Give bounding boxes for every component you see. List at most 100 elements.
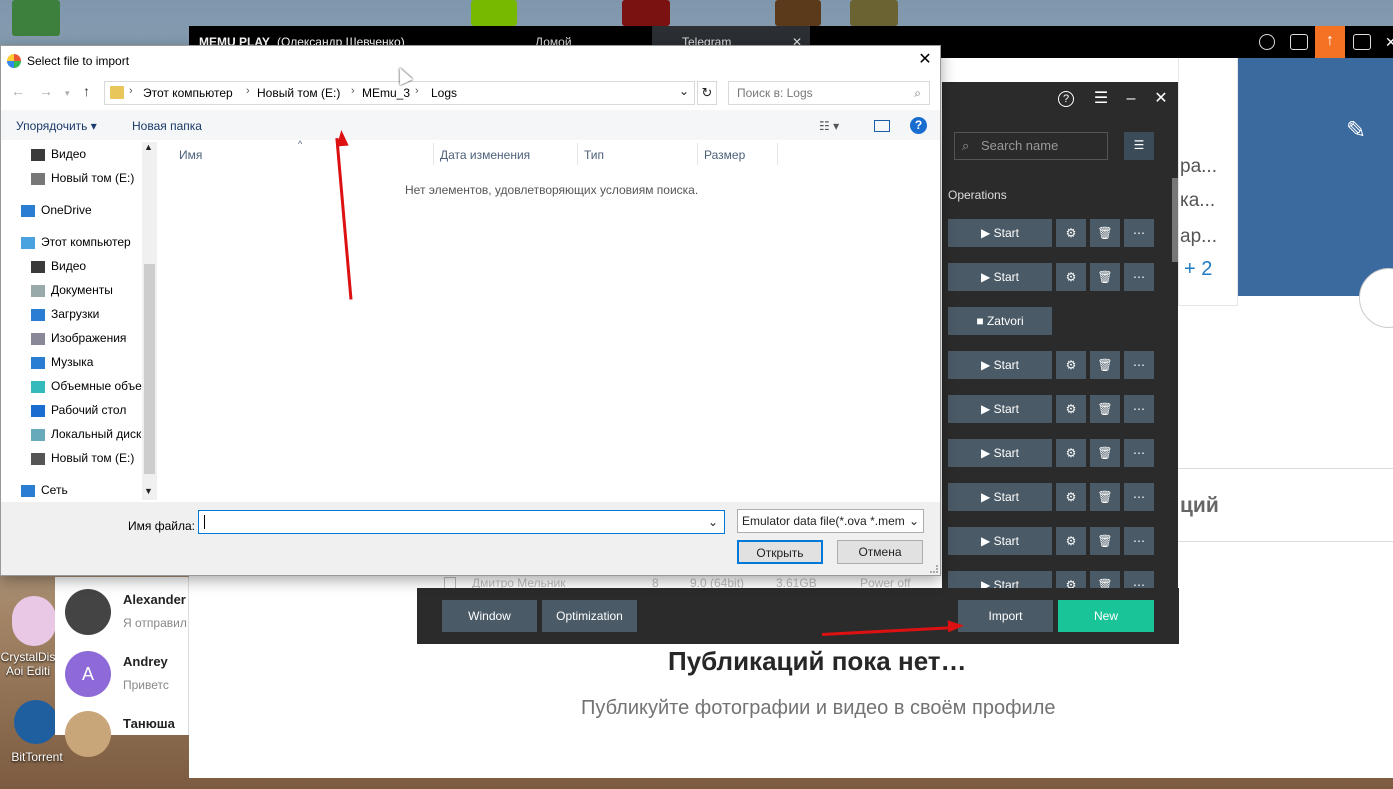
more-options-icon[interactable]: ⋯ [1124, 527, 1154, 555]
nav-this-pc[interactable]: Этот компьютер [21, 231, 131, 253]
nav-volume-e[interactable]: Новый том (E:) [31, 167, 134, 189]
more-options-icon[interactable]: ⋯ [1124, 483, 1154, 511]
delete-trash-icon[interactable]: 🗑 [1090, 263, 1120, 291]
filetype-select[interactable]: Emulator data file(*.ova *.mem ⌄ [737, 509, 924, 533]
snippet-more[interactable]: + 2 [1184, 258, 1212, 281]
start-button[interactable]: ▶ Start [948, 351, 1052, 379]
nav-network[interactable]: Сеть [21, 479, 68, 501]
nav-local-disk[interactable]: Локальный диск [31, 423, 141, 445]
nav-3d-objects[interactable]: Объемные объе [31, 375, 142, 397]
nav-documents[interactable]: Документы [31, 279, 113, 301]
recent-chevron-icon[interactable]: ▾ [65, 88, 70, 99]
breadcrumb-volume-e[interactable]: Новый том (E:) [257, 86, 340, 100]
dialog-search-input[interactable]: Поиск в: Logs ⌕ [728, 81, 930, 105]
resize-grip[interactable] [930, 565, 938, 573]
up-arrow-icon[interactable]: ↑ [83, 83, 90, 99]
back-arrow-icon[interactable]: ← [11, 83, 25, 99]
stop-button[interactable]: ■ Zatvori [948, 307, 1052, 335]
close-icon[interactable]: ✕ [1150, 88, 1172, 110]
forward-arrow-icon[interactable]: → [39, 83, 53, 99]
bittorrent-icon[interactable] [14, 700, 58, 744]
game-icon-gold[interactable] [850, 0, 898, 26]
memu-scrollbar[interactable] [1172, 178, 1178, 262]
window-button[interactable]: Window [442, 600, 537, 632]
preview-pane-icon[interactable] [874, 120, 890, 132]
app-icon-top-left[interactable] [12, 0, 60, 36]
optimization-button[interactable]: Optimization [542, 600, 637, 632]
memu-search-input[interactable]: ⌕ Search name [954, 132, 1108, 160]
settings-gear-icon[interactable]: ⚙ [1056, 483, 1086, 511]
nav-scrollbar[interactable]: ▲ ▼ [142, 142, 157, 500]
game-icon-red[interactable] [622, 0, 670, 26]
nav-volume-e-2[interactable]: Новый том (E:) [31, 447, 134, 469]
chat-name[interactable]: Alexander [123, 592, 186, 607]
close-window-icon[interactable]: ✕ [1385, 34, 1393, 51]
filename-input[interactable]: ⌄ [198, 510, 725, 534]
help-icon[interactable]: ? [1058, 91, 1074, 107]
nvidia-icon[interactable] [471, 0, 517, 26]
start-button[interactable]: ▶ Start [948, 439, 1052, 467]
breadcrumb-logs[interactable]: Logs [431, 86, 457, 100]
open-button[interactable]: Открыть [737, 540, 823, 564]
new-folder-button[interactable]: Новая папка [132, 119, 202, 133]
delete-trash-icon[interactable]: 🗑 [1090, 527, 1120, 555]
edit-icon[interactable]: ✎ [1346, 116, 1366, 145]
settings-gear-icon[interactable]: ⚙ [1056, 351, 1086, 379]
delete-trash-icon[interactable]: 🗑 [1090, 219, 1120, 247]
avatar[interactable] [65, 589, 111, 635]
chevron-down-icon[interactable]: ⌄ [708, 511, 718, 533]
chat-name[interactable]: Танюша [123, 716, 175, 731]
delete-trash-icon[interactable]: 🗑 [1090, 439, 1120, 467]
column-name[interactable]: Имя [179, 148, 202, 162]
start-button[interactable]: ▶ Start [948, 219, 1052, 247]
nav-pc-videos[interactable]: Видео [31, 255, 86, 277]
nav-scroll-up-icon[interactable]: ▲ [144, 142, 153, 152]
upload-icon[interactable]: ↑ [1315, 26, 1345, 58]
column-date[interactable]: Дата изменения [440, 148, 530, 162]
nav-pictures[interactable]: Изображения [31, 327, 126, 349]
delete-trash-icon[interactable]: 🗑 [1090, 351, 1120, 379]
settings-gear-icon[interactable]: ⚙ [1056, 219, 1086, 247]
start-button[interactable]: ▶ Start [948, 263, 1052, 291]
start-button[interactable]: ▶ Start [948, 527, 1052, 555]
start-button[interactable]: ▶ Start [948, 395, 1052, 423]
settings-gear-icon[interactable]: ⚙ [1056, 263, 1086, 291]
more-options-icon[interactable]: ⋯ [1124, 219, 1154, 247]
chat-name[interactable]: Andrey [123, 654, 168, 669]
mail-icon[interactable] [1290, 34, 1308, 50]
breadcrumb-this-pc[interactable]: Этот компьютер [143, 86, 233, 100]
settings-gear-icon[interactable]: ⚙ [1056, 395, 1086, 423]
avatar[interactable] [65, 711, 111, 757]
crystaldisk-icon[interactable] [12, 596, 56, 646]
refresh-icon[interactable]: ↻ [697, 81, 717, 105]
nav-music[interactable]: Музыка [31, 351, 93, 373]
import-button[interactable]: Import [958, 600, 1053, 632]
poe-icon[interactable] [775, 0, 821, 26]
new-button[interactable]: New [1058, 600, 1154, 632]
nav-scroll-down-icon[interactable]: ▼ [144, 486, 153, 496]
column-type[interactable]: Тип [584, 148, 604, 162]
minimize-icon[interactable]: – [1120, 88, 1142, 110]
account-icon[interactable] [1259, 34, 1275, 50]
nav-scroll-thumb[interactable] [144, 264, 155, 474]
chevron-down-icon[interactable]: ⌄ [906, 510, 919, 532]
column-size[interactable]: Размер [704, 148, 745, 162]
menu-icon[interactable]: ☰ [1090, 88, 1112, 110]
view-options-icon[interactable]: ☷ ▾ [819, 119, 839, 133]
nav-videos[interactable]: Видео [31, 143, 86, 165]
cancel-button[interactable]: Отмена [837, 540, 923, 564]
settings-gear-icon[interactable]: ⚙ [1056, 439, 1086, 467]
help-icon[interactable]: ? [910, 117, 927, 134]
screenshot-icon[interactable] [1353, 34, 1371, 50]
avatar[interactable]: A [65, 651, 111, 697]
more-options-icon[interactable]: ⋯ [1124, 439, 1154, 467]
nav-onedrive[interactable]: OneDrive [21, 199, 92, 221]
settings-gear-icon[interactable]: ⚙ [1056, 527, 1086, 555]
nav-downloads[interactable]: Загрузки [31, 303, 99, 325]
organize-button[interactable]: Упорядочить ▾ [16, 119, 97, 133]
more-options-icon[interactable]: ⋯ [1124, 395, 1154, 423]
delete-trash-icon[interactable]: 🗑 [1090, 483, 1120, 511]
close-icon[interactable]: ✕ [910, 46, 940, 74]
more-options-icon[interactable]: ⋯ [1124, 351, 1154, 379]
list-view-icon[interactable]: ☰ [1124, 132, 1154, 160]
